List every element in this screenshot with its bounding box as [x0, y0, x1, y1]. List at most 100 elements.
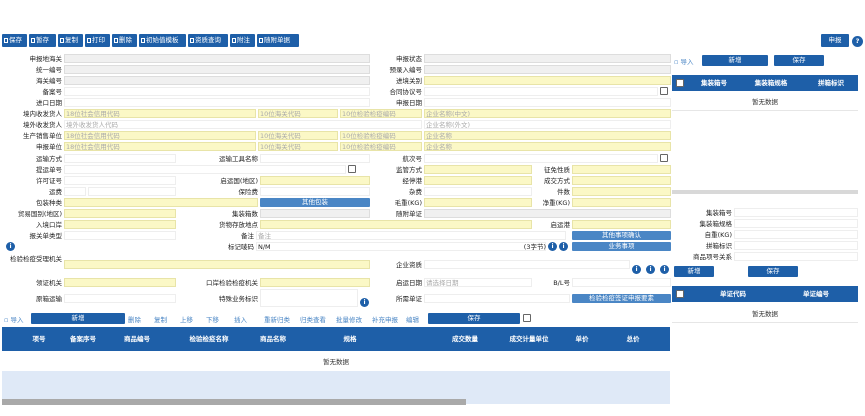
goods-insert-link[interactable]: 插入: [234, 314, 247, 324]
departure-port-field[interactable]: [572, 220, 671, 229]
detail-weight-field[interactable]: [734, 230, 858, 239]
enterprise-qualification-field[interactable]: [424, 260, 630, 269]
goods-delete-link[interactable]: 删除: [128, 314, 141, 324]
container-scrollbar[interactable]: [672, 190, 858, 194]
container-import-link[interactable]: ▫ 导入: [674, 56, 693, 66]
insurance-field[interactable]: [260, 187, 370, 196]
overseas-consignee-code[interactable]: 境外收发货人代码: [64, 120, 422, 129]
declare-unit-credit-code[interactable]: 18位社会信用代码: [64, 142, 256, 151]
detail-container-spec-field[interactable]: [734, 219, 858, 228]
misc-fee-field[interactable]: [424, 187, 532, 196]
net-weight-field[interactable]: [572, 198, 671, 207]
qualification-delete-icon[interactable]: i: [660, 265, 669, 274]
declare-unit-customs-code[interactable]: 10位海关代码: [258, 142, 338, 151]
declare-button[interactable]: 申报: [821, 34, 849, 47]
import-date-field[interactable]: [64, 98, 370, 107]
goods-supplement-link[interactable]: 补充申报: [372, 314, 398, 324]
detail-container-no-field[interactable]: [734, 208, 858, 217]
required-docs-field[interactable]: [424, 294, 570, 303]
deal-mode-field[interactable]: [572, 176, 671, 185]
ciq-authority-field[interactable]: [64, 260, 370, 269]
info-icon[interactable]: i: [6, 242, 15, 251]
supervision-mode-field[interactable]: [424, 165, 532, 174]
production-name[interactable]: 企业名称: [424, 131, 671, 140]
license-authority-field[interactable]: [64, 278, 176, 287]
temp-save-button[interactable]: 暂存: [29, 34, 56, 47]
tax-nature-field[interactable]: [572, 165, 671, 174]
goods-copy-link[interactable]: 复制: [154, 314, 167, 324]
consignee-credit-code[interactable]: 18位社会信用代码: [64, 109, 256, 118]
contract-checkbox[interactable]: [660, 87, 668, 95]
goods-save-button[interactable]: 保存: [428, 313, 520, 324]
detail-lcl-field[interactable]: [734, 241, 858, 250]
port-ciq-authority-field[interactable]: [260, 278, 370, 287]
marks-info-icon[interactable]: i: [548, 242, 557, 251]
container-select-all[interactable]: [676, 79, 684, 87]
pieces-field[interactable]: [572, 187, 671, 196]
cert-save-button[interactable]: 保存: [748, 266, 798, 277]
consignee-name[interactable]: 企业名称(中文): [424, 109, 671, 118]
contract-no-field[interactable]: [424, 87, 658, 96]
storage-location-field[interactable]: [260, 220, 532, 229]
declare-date-field[interactable]: [424, 98, 671, 107]
other-items-confirm-button[interactable]: 其他事项确认: [572, 231, 671, 240]
goods-batch-edit-link[interactable]: 批量修改: [336, 314, 362, 324]
goods-move-up-link[interactable]: 上移: [180, 314, 193, 324]
remarks-field[interactable]: 备注: [256, 231, 566, 240]
qualification-query-button[interactable]: 资质查询: [188, 34, 228, 47]
freight-field-2[interactable]: [88, 187, 176, 196]
goods-import-link[interactable]: ▫ 导入: [4, 314, 23, 324]
gross-weight-field[interactable]: [424, 198, 532, 207]
entry-port-field[interactable]: [424, 76, 671, 85]
cert-select-all[interactable]: [676, 290, 684, 298]
transport-name-field[interactable]: [260, 154, 370, 163]
help-icon[interactable]: ?: [852, 36, 863, 47]
delete-button[interactable]: 删除: [112, 34, 137, 47]
goods-move-down-link[interactable]: 下移: [206, 314, 219, 324]
qualification-edit-icon[interactable]: i: [646, 265, 655, 274]
template-button[interactable]: 初始值模板: [139, 34, 186, 47]
special-business-icon[interactable]: i: [360, 298, 369, 307]
attached-docs-button[interactable]: 随附单据: [257, 34, 299, 47]
declare-unit-ciq-code[interactable]: 10位检验检疫编码: [340, 142, 422, 151]
goods-scrollbar[interactable]: [2, 399, 466, 405]
transport-mode-field[interactable]: [64, 154, 176, 163]
declaration-type-field[interactable]: [64, 231, 176, 240]
marks-field[interactable]: N/M: [256, 242, 546, 251]
bill-checkbox[interactable]: [348, 165, 356, 173]
qualification-add-icon[interactable]: i: [632, 265, 641, 274]
transit-port-field[interactable]: [424, 176, 532, 185]
detail-item-relation-field[interactable]: [734, 252, 858, 261]
overseas-consignee-name[interactable]: 企业名称(外文): [424, 120, 671, 129]
declare-unit-name[interactable]: 企业名称: [424, 142, 671, 151]
goods-checkbox[interactable]: [523, 314, 531, 322]
record-no-field[interactable]: [64, 87, 370, 96]
license-no-field[interactable]: [64, 176, 176, 185]
other-package-button[interactable]: 其他包装: [260, 198, 370, 207]
goods-classify-view-link[interactable]: 归类查看: [300, 314, 326, 324]
notes-button[interactable]: 附注: [230, 34, 255, 47]
voyage-checkbox[interactable]: [660, 154, 668, 162]
declare-customs-field[interactable]: [64, 54, 370, 63]
bill-no-field[interactable]: [64, 165, 346, 174]
print-button[interactable]: 打印: [85, 34, 110, 47]
special-business-field[interactable]: [260, 289, 358, 307]
cert-add-button[interactable]: 新增: [674, 266, 714, 277]
goods-add-button[interactable]: 新增: [31, 313, 125, 324]
container-save-button[interactable]: 保存: [774, 55, 824, 66]
voyage-no-field[interactable]: [424, 154, 658, 163]
departure-country-field[interactable]: [260, 176, 370, 185]
production-credit-code[interactable]: 18位社会信用代码: [64, 131, 256, 140]
production-customs-code[interactable]: 10位海关代码: [258, 131, 338, 140]
production-ciq-code[interactable]: 10位检验检疫编码: [340, 131, 422, 140]
marks-info-icon-2[interactable]: i: [559, 242, 568, 251]
goods-reclassify-link[interactable]: 重新归类: [264, 314, 290, 324]
consignee-customs-code[interactable]: 10位海关代码: [258, 109, 338, 118]
business-items-button[interactable]: 业务事项: [572, 242, 671, 251]
container-add-button[interactable]: 新增: [702, 55, 768, 66]
save-button[interactable]: 保存: [2, 34, 27, 47]
original-container-field[interactable]: [64, 294, 176, 303]
package-type-field[interactable]: [64, 198, 258, 207]
ciq-visa-elements-button[interactable]: 检验检疫签证申报要素: [572, 294, 671, 303]
entry-port-land-field[interactable]: [64, 220, 176, 229]
